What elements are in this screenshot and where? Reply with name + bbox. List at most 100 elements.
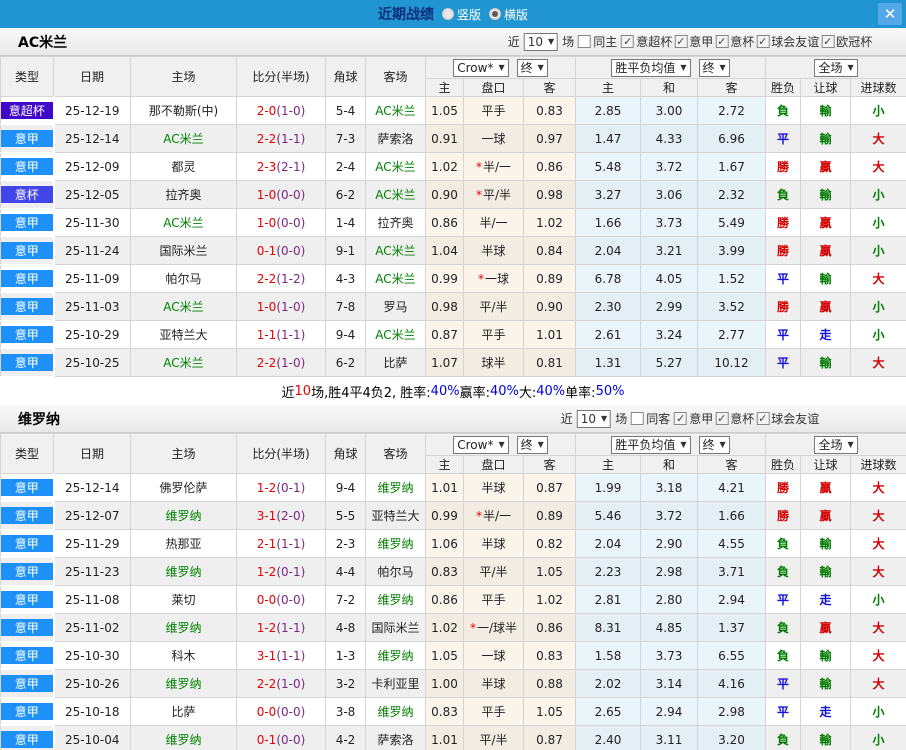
col-away: 客场: [366, 57, 426, 97]
away-team-cell: 拉齐奥: [366, 209, 426, 237]
checkbox-icon[interactable]: ✓: [621, 35, 634, 48]
league-filter[interactable]: ✓意超杯: [621, 33, 672, 50]
mean-select[interactable]: 胜平负均值▼: [611, 59, 690, 77]
league-filter[interactable]: ✓意甲: [674, 33, 713, 50]
col-home: 主场: [131, 57, 237, 97]
result-handicap-cell: 輸: [801, 642, 851, 670]
result-handicap-cell: 走: [801, 321, 851, 349]
mean-away-cell: 6.55: [698, 642, 766, 670]
result-handicap-cell: 輸: [801, 670, 851, 698]
league-filter[interactable]: ✓球会友谊: [756, 33, 819, 50]
match-count-select[interactable]: 10▼: [577, 410, 611, 428]
result-wdl-cell: 平: [766, 349, 801, 377]
mean-final-select[interactable]: 终▼: [699, 59, 730, 77]
match-row: 意甲25-10-26维罗纳2-2(1-0)3-2卡利亚里1.00半球0.882.…: [1, 670, 906, 698]
competition-badge: 意杯: [1, 186, 53, 203]
away-team-cell: 卡利亚里: [366, 670, 426, 698]
odds-away-cell: 0.97: [524, 125, 576, 153]
col-score: 比分(半场): [237, 57, 326, 97]
league-filters: ✓意甲✓意杯✓球会友谊: [674, 410, 819, 427]
mean-away-cell: 2.72: [698, 97, 766, 125]
summary-line: 近10场,胜4平4负2, 胜率:40% 赢率:40% 大:40% 单率:50%: [0, 377, 906, 405]
competition-badge: 意甲: [1, 507, 53, 524]
date-cell: 25-11-02: [54, 614, 131, 642]
team-section-verona: 维罗纳 近 10▼ 场 同客 ✓意甲✓意杯✓球会友谊 类: [0, 405, 906, 750]
radio-vertical-layout[interactable]: 竖版: [442, 6, 481, 23]
mean-home-cell: 2.65: [576, 698, 641, 726]
odds-away-cell: 0.82: [524, 530, 576, 558]
score-cell: 2-2(1-0): [237, 670, 326, 698]
match-count-select[interactable]: 10▼: [524, 33, 558, 51]
league-filters: ✓意超杯✓意甲✓意杯✓球会友谊✓欧冠杯: [621, 33, 872, 50]
checkbox-icon[interactable]: [578, 35, 591, 48]
match-row: 意甲25-10-04维罗纳0-1(0-0)4-2萨索洛1.01平/半0.872.…: [1, 726, 906, 750]
away-team-cell: 维罗纳: [366, 586, 426, 614]
corner-cell: 2-3: [326, 530, 366, 558]
mean-home-cell: 2.30: [576, 293, 641, 321]
handicap-cell: 平/半: [464, 293, 524, 321]
mean-select[interactable]: 胜平负均值▼: [611, 436, 690, 454]
odds-provider-select[interactable]: Crow*▼: [453, 436, 508, 454]
home-team-cell: 比萨: [131, 698, 237, 726]
score-cell: 1-2(1-1): [237, 614, 326, 642]
mean-draw-cell: 3.72: [641, 502, 698, 530]
score-cell: 1-0(0-0): [237, 181, 326, 209]
checkbox-icon[interactable]: [631, 412, 644, 425]
league-filter-label: 意超杯: [636, 33, 672, 50]
result-goals-cell: 大: [851, 349, 906, 377]
filter-bar: 近 10▼ 场 同主 ✓意超杯✓意甲✓意杯✓球会友谊✓欧冠杯: [508, 33, 873, 51]
type-cell: 意甲: [1, 153, 54, 181]
result-goals-cell: 小: [851, 237, 906, 265]
result-wdl-cell: 平: [766, 125, 801, 153]
odds-home-cell: 1.02: [426, 153, 464, 181]
odds-away-cell: 0.83: [524, 642, 576, 670]
corner-cell: 3-2: [326, 670, 366, 698]
league-filter[interactable]: ✓欧冠杯: [821, 33, 872, 50]
odds-provider-select[interactable]: Crow*▼: [453, 59, 508, 77]
mean-away-cell: 3.99: [698, 237, 766, 265]
checkbox-icon[interactable]: ✓: [715, 412, 728, 425]
type-cell: 意杯: [1, 181, 54, 209]
mean-final-select[interactable]: 终▼: [699, 436, 730, 454]
type-cell: 意甲: [1, 474, 54, 502]
mean-group-header: 胜平负均值▼ 终▼: [576, 434, 766, 456]
mean-draw-cell: 2.98: [641, 558, 698, 586]
summary-segment: 大:: [519, 382, 536, 401]
odds-final-select[interactable]: 终▼: [517, 436, 548, 454]
close-button[interactable]: ✕: [878, 3, 902, 25]
league-filter[interactable]: ✓意杯: [715, 410, 754, 427]
radio-icon[interactable]: [442, 8, 454, 20]
mean-home-cell: 2.02: [576, 670, 641, 698]
result-wdl-cell: 平: [766, 698, 801, 726]
competition-badge: 意甲: [1, 619, 53, 636]
result-handicap-cell: 走: [801, 698, 851, 726]
checkbox-icon[interactable]: ✓: [756, 35, 769, 48]
corner-cell: 5-5: [326, 502, 366, 530]
date-cell: 25-10-26: [54, 670, 131, 698]
mean-draw-cell: 2.99: [641, 293, 698, 321]
col-mean-away: 客: [698, 79, 766, 97]
same-venue-filter[interactable]: 同客: [631, 410, 670, 427]
league-filter[interactable]: ✓意杯: [715, 33, 754, 50]
checkbox-icon[interactable]: ✓: [715, 35, 728, 48]
date-cell: 25-10-29: [54, 321, 131, 349]
table-header: 类型 日期 主场 比分(半场) 角球 客场 Crow*▼ 终▼ 胜平负均: [1, 57, 906, 97]
league-filter[interactable]: ✓意甲: [674, 410, 713, 427]
type-cell: 意甲: [1, 349, 54, 377]
same-venue-filter[interactable]: 同主: [578, 33, 617, 50]
corner-cell: 4-8: [326, 614, 366, 642]
odds-final-select[interactable]: 终▼: [517, 59, 548, 77]
corner-cell: 7-2: [326, 586, 366, 614]
radio-horizontal-layout[interactable]: 横版: [489, 6, 528, 23]
handicap-cell: *半/一: [464, 153, 524, 181]
checkbox-icon[interactable]: ✓: [674, 412, 687, 425]
checkbox-icon[interactable]: ✓: [674, 35, 687, 48]
checkbox-icon[interactable]: ✓: [756, 412, 769, 425]
fulltime-select[interactable]: 全场▼: [814, 436, 857, 454]
league-filter[interactable]: ✓球会友谊: [756, 410, 819, 427]
fulltime-select[interactable]: 全场▼: [814, 59, 857, 77]
checkbox-icon[interactable]: ✓: [821, 35, 834, 48]
mean-away-cell: 3.52: [698, 293, 766, 321]
radio-icon[interactable]: [489, 8, 501, 20]
col-odds-home: 主: [426, 79, 464, 97]
